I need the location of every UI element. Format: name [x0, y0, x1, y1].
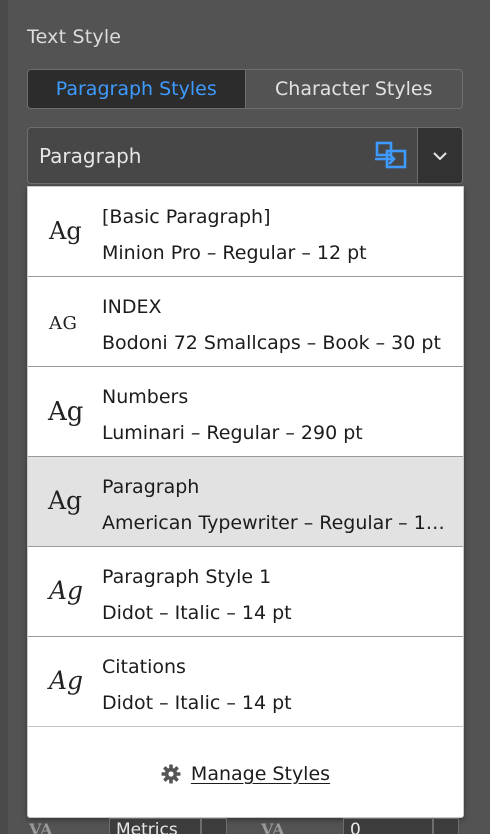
- style-preview-icon: Ag: [47, 211, 97, 251]
- style-detail: Bodoni 72 Smallcaps – Book – 30 pt: [102, 332, 441, 354]
- style-preview-icon: Ag: [47, 661, 97, 701]
- svg-text:AG: AG: [48, 313, 77, 334]
- tracking-icon: VA: [261, 820, 285, 834]
- apply-style-icon[interactable]: [365, 128, 417, 183]
- gear-icon: [161, 764, 181, 784]
- style-type-tabs: Paragraph Styles Character Styles: [27, 69, 463, 109]
- dropdown-toggle-button[interactable]: [417, 128, 462, 183]
- manage-styles-label: Manage Styles: [190, 763, 331, 785]
- current-style-value: Paragraph: [39, 143, 142, 168]
- panel-edge: [0, 0, 8, 834]
- tracking-field[interactable]: 0: [343, 818, 433, 834]
- svg-text:Ag: Ag: [48, 217, 82, 245]
- style-preview-icon: Ag: [47, 571, 97, 611]
- chevron-down-icon: [433, 151, 447, 160]
- style-detail: Minion Pro – Regular – 12 pt: [102, 242, 367, 264]
- tab-character-styles[interactable]: Character Styles: [244, 70, 463, 108]
- style-name: Numbers: [102, 386, 189, 408]
- kerning-icon: VA: [29, 820, 53, 834]
- style-name: [Basic Paragraph]: [102, 206, 271, 228]
- style-preview-icon: Ag: [47, 481, 97, 521]
- list-item-paragraph[interactable]: Ag Paragraph American Typewriter – Regul…: [28, 457, 463, 547]
- style-select[interactable]: Paragraph: [27, 127, 463, 184]
- character-settings-row: VA Metrics VA 0: [27, 818, 490, 834]
- list-item-numbers[interactable]: Ag Numbers Luminari – Regular – 290 pt: [28, 367, 463, 457]
- style-detail: Didot – Italic – 14 pt: [102, 692, 292, 714]
- style-name: Paragraph Style 1: [102, 566, 272, 588]
- styles-dropdown-list: Ag [Basic Paragraph] Minion Pro – Regula…: [27, 186, 464, 818]
- style-detail: American Typewriter – Regular – 1…: [102, 512, 445, 534]
- style-preview-icon: Ag: [47, 391, 97, 431]
- style-name: INDEX: [102, 296, 162, 318]
- kerning-dropdown-chevron-icon[interactable]: [201, 818, 227, 834]
- style-detail: Didot – Italic – 14 pt: [102, 602, 292, 624]
- style-name: Paragraph: [102, 476, 200, 498]
- section-title: Text Style: [27, 26, 122, 48]
- svg-text:Ag: Ag: [47, 397, 83, 427]
- list-item-citations[interactable]: Ag Citations Didot – Italic – 14 pt: [28, 637, 463, 727]
- svg-text:Ag: Ag: [47, 666, 83, 695]
- list-item-basic-paragraph[interactable]: Ag [Basic Paragraph] Minion Pro – Regula…: [28, 187, 463, 277]
- kerning-field[interactable]: Metrics: [109, 818, 201, 834]
- manage-styles-button[interactable]: Manage Styles: [28, 731, 463, 817]
- list-item-index[interactable]: AG INDEX Bodoni 72 Smallcaps – Book – 30…: [28, 277, 463, 367]
- list-item-paragraph-style-1[interactable]: Ag Paragraph Style 1 Didot – Italic – 14…: [28, 547, 463, 637]
- style-name: Citations: [102, 656, 186, 678]
- svg-text:Ag: Ag: [47, 576, 83, 605]
- svg-text:Ag: Ag: [47, 486, 82, 515]
- tracking-dropdown-chevron-icon[interactable]: [433, 818, 459, 834]
- style-preview-icon: AG: [47, 301, 97, 341]
- style-detail: Luminari – Regular – 290 pt: [102, 422, 363, 444]
- tab-paragraph-styles[interactable]: Paragraph Styles: [28, 70, 245, 108]
